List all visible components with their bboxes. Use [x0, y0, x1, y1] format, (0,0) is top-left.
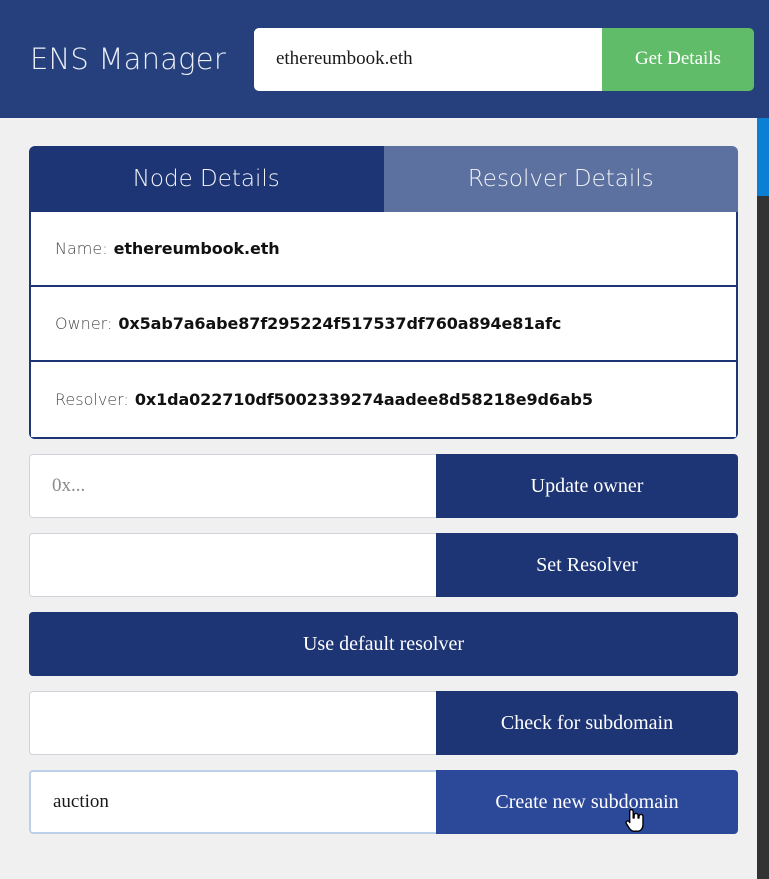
detail-value-owner: 0x5ab7a6abe87f295224f517537df760a894e81a…	[118, 314, 561, 333]
details-tabs: Node Details Resolver Details	[29, 146, 738, 212]
detail-row-owner: Owner: 0x5ab7a6abe87f295224f517537df760a…	[31, 287, 736, 362]
check-subdomain-button[interactable]: Check for subdomain	[436, 691, 738, 755]
app-title: ENS Manager	[30, 42, 226, 76]
new-owner-input[interactable]	[29, 454, 436, 518]
detail-row-resolver: Resolver: 0x1da022710df5002339274aadee8d…	[31, 362, 736, 437]
detail-label-owner: Owner:	[55, 314, 112, 333]
scrollbar-top-cap	[757, 0, 769, 118]
detail-value-name: ethereumbook.eth	[114, 239, 280, 258]
page-scrollbar[interactable]	[757, 0, 769, 879]
main-content: Node Details Resolver Details Name: ethe…	[0, 118, 757, 834]
detail-label-name: Name:	[55, 239, 108, 258]
tab-resolver-details[interactable]: Resolver Details	[384, 146, 739, 212]
create-subdomain-row: Create new subdomain	[29, 770, 738, 834]
node-details-panel: Name: ethereumbook.eth Owner: 0x5ab7a6ab…	[29, 212, 738, 439]
app-header: ENS Manager Get Details	[0, 0, 757, 118]
use-default-resolver-button[interactable]: Use default resolver	[29, 612, 738, 676]
update-owner-row: Update owner	[29, 454, 738, 518]
create-subdomain-input[interactable]	[29, 770, 436, 834]
ens-search-group: Get Details	[254, 28, 754, 91]
detail-label-resolver: Resolver:	[55, 390, 129, 409]
page-scroll-area: ENS Manager Get Details Node Details Res…	[0, 0, 757, 879]
detail-row-name: Name: ethereumbook.eth	[31, 212, 736, 287]
update-owner-button[interactable]: Update owner	[436, 454, 738, 518]
new-resolver-input[interactable]	[29, 533, 436, 597]
check-subdomain-row: Check for subdomain	[29, 691, 738, 755]
detail-value-resolver: 0x1da022710df5002339274aadee8d58218e9d6a…	[135, 390, 593, 409]
tab-node-details[interactable]: Node Details	[29, 146, 384, 212]
scrollbar-thumb[interactable]	[757, 118, 769, 196]
ens-name-input[interactable]	[254, 28, 602, 91]
create-subdomain-button[interactable]: Create new subdomain	[436, 770, 738, 834]
check-subdomain-input[interactable]	[29, 691, 436, 755]
get-details-button[interactable]: Get Details	[602, 28, 754, 91]
set-resolver-button[interactable]: Set Resolver	[436, 533, 738, 597]
set-resolver-row: Set Resolver	[29, 533, 738, 597]
